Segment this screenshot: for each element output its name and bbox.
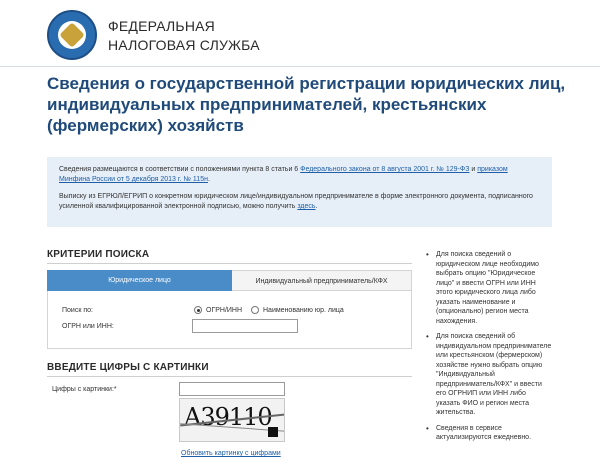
search-criteria-title: КРИТЕРИИ ПОИСКА	[47, 249, 150, 260]
radio-ogrn-label[interactable]: ОГРН/ИНН	[206, 307, 242, 314]
help-item: Сведения в сервисе актуализируются ежедн…	[424, 424, 552, 443]
brand-name[interactable]: ФЕДЕРАЛЬНАЯ НАЛОГОВАЯ СЛУЖБА	[108, 17, 260, 55]
brand-line-1: ФЕДЕРАЛЬНАЯ	[108, 18, 215, 34]
captcha-noise-block	[268, 427, 278, 437]
help-item: Для поиска сведений об индивидуальном пр…	[424, 332, 552, 418]
search-help-sidebar: Для поиска сведений о юридическом лице н…	[424, 250, 552, 449]
info-box: Сведения размещаются в соответствии с по…	[47, 157, 552, 227]
refresh-captcha-link[interactable]: Обновить картинку с цифрами	[181, 450, 281, 457]
info-paragraph-2: Выписку из ЕГРЮЛ/ЕГРИП о конкретном юрид…	[59, 192, 540, 212]
radio-ogrn[interactable]	[194, 306, 202, 314]
info-text-2-end: .	[315, 203, 318, 210]
extract-here-link[interactable]: здесь	[297, 203, 315, 210]
brand-line-2: НАЛОГОВАЯ СЛУЖБА	[108, 37, 260, 53]
captcha-divider	[47, 376, 412, 377]
info-text-end: .	[207, 176, 210, 183]
captcha-input[interactable]	[179, 382, 285, 396]
ogrn-inn-input[interactable]	[192, 319, 298, 333]
tab-individual-entrepreneur[interactable]: Индивидуальный предприниматель/КФХ	[232, 270, 412, 291]
header-divider	[0, 66, 600, 67]
captcha-section-title: ВВЕДИТЕ ЦИФРЫ С КАРТИНКИ	[47, 362, 209, 373]
info-text-1: Сведения размещаются в соответствии с по…	[59, 166, 301, 173]
search-tabs: Юридическое лицо Индивидуальный предприн…	[47, 270, 412, 291]
tab-legal-entity[interactable]: Юридическое лицо	[47, 270, 232, 291]
radio-name[interactable]	[251, 306, 259, 314]
ogrn-inn-label: ОГРН или ИНН:	[62, 323, 114, 330]
search-form: Поиск по: ОГРН/ИНН Наименованию юр. лица…	[47, 291, 412, 349]
captcha-image: A39110	[179, 398, 285, 442]
page-title: Сведения о государственной регистрации ю…	[47, 74, 566, 135]
federal-law-link[interactable]: Федерального закона от 8 августа 2001 г.…	[300, 166, 469, 173]
search-criteria-divider	[47, 263, 412, 264]
captcha-field-label: Цифры с картинки:*	[52, 386, 117, 393]
info-paragraph-1: Сведения размещаются в соответствии с по…	[59, 165, 540, 185]
fns-logo[interactable]	[47, 10, 97, 60]
radio-name-label[interactable]: Наименованию юр. лица	[263, 307, 344, 314]
help-item: Для поиска сведений о юридическом лице н…	[424, 250, 552, 326]
search-by-label: Поиск по:	[62, 307, 93, 314]
info-text-2: Выписку из ЕГРЮЛ/ЕГРИП о конкретном юрид…	[59, 193, 533, 210]
